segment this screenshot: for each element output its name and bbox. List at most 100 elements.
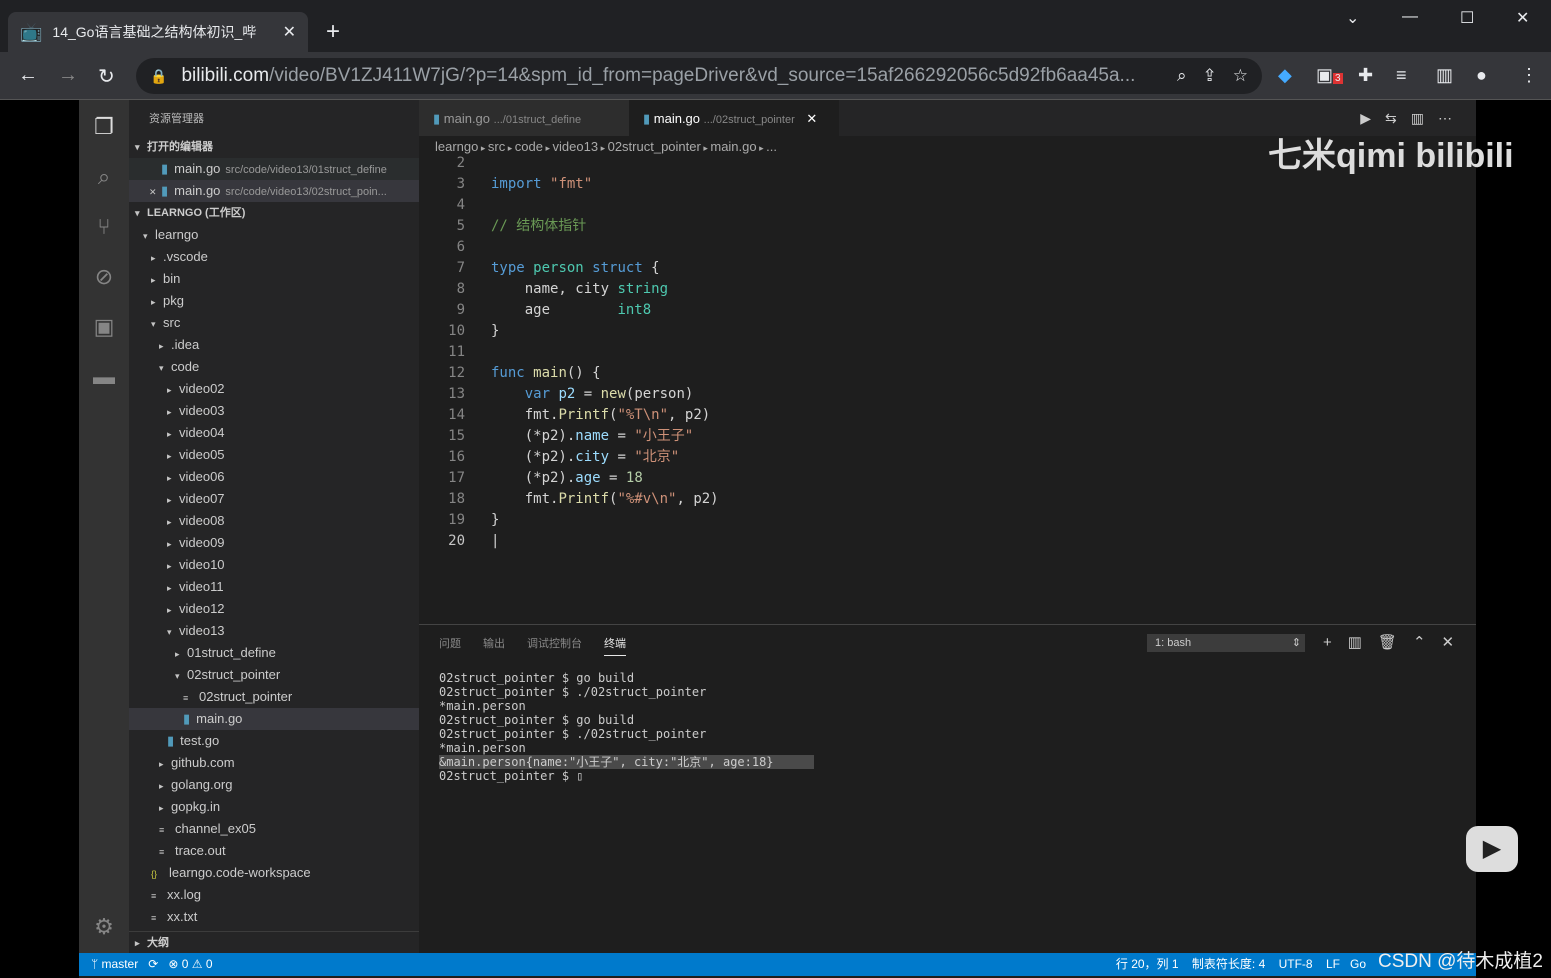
tree-item[interactable]: ▸ video11: [129, 576, 419, 598]
line-number: 18: [448, 491, 465, 507]
breadcrumb-item[interactable]: src: [488, 139, 505, 154]
tree-item[interactable]: ▸ .idea: [129, 334, 419, 356]
maximize-button[interactable]: ☐: [1460, 8, 1474, 28]
breadcrumb-item[interactable]: code: [515, 139, 543, 154]
extension-icon[interactable]: ◆: [1278, 65, 1292, 86]
cursor-position[interactable]: 行 20，列 1: [1116, 957, 1179, 971]
tree-item[interactable]: ≡ channel_ex05: [129, 818, 419, 840]
panel-tab[interactable]: 调试控制台: [527, 635, 582, 656]
tab-search-icon[interactable]: ⌄: [1346, 8, 1359, 28]
source-control-icon[interactable]: ⑂: [89, 214, 119, 240]
tree-item[interactable]: ▾ src: [129, 312, 419, 334]
breadcrumb-item[interactable]: 02struct_pointer: [608, 139, 701, 154]
warnings[interactable]: 0: [206, 957, 213, 971]
panel-tab[interactable]: 问题: [439, 635, 461, 656]
encoding[interactable]: UTF-8: [1279, 957, 1313, 971]
language[interactable]: Go: [1350, 957, 1366, 971]
tree-item[interactable]: ▸ video02: [129, 378, 419, 400]
breadcrumb-item[interactable]: video13: [553, 139, 599, 154]
folder-icon[interactable]: ▬: [89, 364, 119, 390]
eol[interactable]: LF: [1326, 957, 1340, 971]
open-editor-item[interactable]: ▮ main.go src/code/video13/01struct_define: [129, 158, 419, 180]
share-icon[interactable]: ⇪: [1203, 66, 1217, 86]
tab-size[interactable]: 制表符长度: 4: [1192, 957, 1265, 971]
tree-item[interactable]: ▸ video03: [129, 400, 419, 422]
tree-item[interactable]: {} learngo.code-workspace: [129, 862, 419, 884]
close-icon[interactable]: ✕: [149, 181, 161, 203]
tree-item[interactable]: ▮ main.go: [129, 708, 419, 730]
tree-item[interactable]: ▸ golang.org: [129, 774, 419, 796]
extensions-icon[interactable]: ▣: [89, 314, 119, 340]
tree-item[interactable]: ▸ video09: [129, 532, 419, 554]
tree-item[interactable]: ▸ bin: [129, 268, 419, 290]
tree-item[interactable]: ▸ video08: [129, 510, 419, 532]
tree-item[interactable]: ▸ video07: [129, 488, 419, 510]
errors[interactable]: 0: [182, 957, 189, 971]
file-icon: ≡: [151, 913, 157, 923]
open-editors-header[interactable]: ▾ 打开的编辑器: [129, 136, 419, 158]
tree-item[interactable]: ▸ pkg: [129, 290, 419, 312]
chevron-icon: ▸: [167, 451, 172, 461]
debug-icon[interactable]: ⊘: [89, 264, 119, 290]
terminal-output[interactable]: 02struct_pointer $ go build 02struct_poin…: [439, 671, 814, 783]
back-button[interactable]: ←: [18, 64, 38, 87]
extension-badge-icon[interactable]: ▣ 3: [1316, 65, 1343, 86]
editor-actions[interactable]: ▶⇆▥⋯: [1360, 110, 1466, 127]
tree-item[interactable]: ≡ xx.txt: [129, 906, 419, 928]
panel-tab[interactable]: 终端: [604, 635, 626, 656]
tree-item[interactable]: ▾ learngo: [129, 224, 419, 246]
star-icon[interactable]: ☆: [1233, 66, 1248, 86]
tree-item[interactable]: ▸ github.com: [129, 752, 419, 774]
search-icon[interactable]: ⌕: [89, 164, 119, 190]
panel-actions[interactable]: +▥🗑︎⌃✕: [1323, 633, 1470, 651]
reload-button[interactable]: ↻: [98, 64, 115, 89]
tree-item[interactable]: ▾ 02struct_pointer: [129, 664, 419, 686]
tree-item[interactable]: ▸ video05: [129, 444, 419, 466]
tree-item[interactable]: ▸ 01struct_define: [129, 642, 419, 664]
code-line: 7 type person struct {: [419, 258, 719, 279]
menu-icon[interactable]: ⋮: [1520, 65, 1538, 86]
workspace-header[interactable]: ▾ LEARNGO (工作区): [129, 202, 419, 224]
address-bar[interactable]: 🔒 bilibili.com/video/BV1ZJ411W7jG/?p=14&s…: [136, 58, 1262, 94]
code-view[interactable]: 2 3 import "fmt" 4 5 // 结构体指针 6 7 type person st…: [419, 153, 719, 552]
tree-item[interactable]: ▸ video10: [129, 554, 419, 576]
media-icon[interactable]: ≡: [1396, 65, 1407, 86]
breadcrumb-item[interactable]: main.go: [710, 139, 756, 154]
tree-item[interactable]: ≡ trace.out: [129, 840, 419, 862]
close-icon[interactable]: ✕: [806, 111, 817, 126]
line-text: (*p2).city = "北京": [491, 449, 680, 465]
tree-item[interactable]: ▸ gopkg.in: [129, 796, 419, 818]
breadcrumb-item[interactable]: ...: [766, 139, 777, 154]
tree-item[interactable]: ▸ video04: [129, 422, 419, 444]
close-window-button[interactable]: ✕: [1516, 8, 1529, 28]
outline-header[interactable]: ▸ 大纲: [129, 931, 419, 953]
zoom-icon[interactable]: ⌕: [1177, 66, 1187, 86]
sync-icon[interactable]: ⟳: [148, 957, 158, 971]
explorer-icon[interactable]: ❐: [89, 114, 119, 140]
editor-tab[interactable]: ▮ main.go .../01struct_define: [419, 100, 629, 136]
tree-item[interactable]: ▾ code: [129, 356, 419, 378]
tree-item[interactable]: ▮ test.go: [129, 730, 419, 752]
browser-tab[interactable]: 📺 14_Go语言基础之结构体初识_哔 ✕: [8, 12, 308, 52]
tree-item[interactable]: ▾ video13: [129, 620, 419, 642]
tree-item[interactable]: ≡ xx.log: [129, 884, 419, 906]
forward-button[interactable]: →: [58, 64, 78, 87]
tree-item[interactable]: ▸ video06: [129, 466, 419, 488]
panel-tab[interactable]: 输出: [483, 635, 505, 656]
branch[interactable]: master: [102, 957, 139, 971]
gear-icon[interactable]: ⚙: [89, 914, 119, 940]
profile-icon[interactable]: ●: [1476, 65, 1487, 86]
editor-tab-active[interactable]: ▮ main.go .../02struct_pointer ✕: [629, 100, 839, 136]
breadcrumb-item[interactable]: learngo: [435, 139, 478, 154]
minimize-button[interactable]: —: [1402, 8, 1418, 26]
terminal-select[interactable]: 1: bash ⇕: [1147, 634, 1305, 652]
bilibili-play-icon[interactable]: ▶: [1466, 826, 1518, 872]
tree-item[interactable]: ▸ video12: [129, 598, 419, 620]
tree-item[interactable]: ≡ 02struct_pointer: [129, 686, 419, 708]
close-tab-icon[interactable]: ✕: [283, 22, 296, 42]
open-editor-item[interactable]: ✕ ▮ main.go src/code/video13/02struct_poin.…: [129, 180, 419, 202]
tree-item[interactable]: ▸ .vscode: [129, 246, 419, 268]
new-tab-button[interactable]: +: [326, 18, 340, 46]
puzzle-icon[interactable]: ✚: [1358, 65, 1373, 86]
side-panel-icon[interactable]: ▥: [1436, 65, 1453, 86]
